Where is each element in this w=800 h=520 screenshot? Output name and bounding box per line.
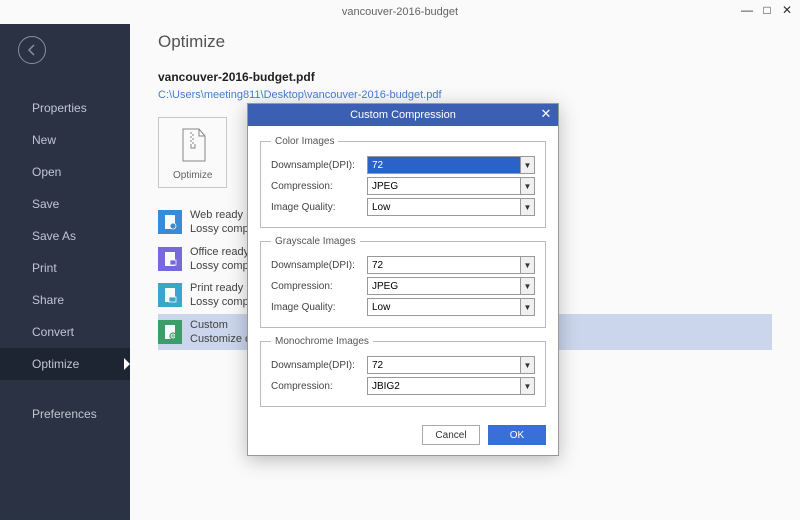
chevron-down-icon: ▼: [520, 199, 534, 215]
mono-legend: Monochrome Images: [271, 336, 373, 347]
dialog-title: Custom Compression: [350, 109, 456, 121]
ok-button[interactable]: OK: [488, 425, 546, 445]
gray-legend: Grayscale Images: [271, 236, 360, 247]
monochrome-images-group: Monochrome Images Downsample(DPI):72▼ Co…: [260, 336, 546, 407]
custom-compression-dialog: Custom Compression ✕ Color Images Downsa…: [247, 103, 559, 456]
chevron-down-icon: ▼: [520, 157, 534, 173]
mono-downsample-select[interactable]: 72▼: [367, 356, 535, 374]
chevron-down-icon: ▼: [520, 357, 534, 373]
chevron-down-icon: ▼: [520, 278, 534, 294]
gray-quality-select[interactable]: Low▼: [367, 298, 535, 316]
color-compression-select[interactable]: JPEG▼: [367, 177, 535, 195]
chevron-down-icon: ▼: [520, 378, 534, 394]
cancel-button[interactable]: Cancel: [422, 425, 480, 445]
color-legend: Color Images: [271, 136, 338, 147]
chevron-down-icon: ▼: [520, 257, 534, 273]
color-images-group: Color Images Downsample(DPI):72▼ Compres…: [260, 136, 546, 228]
gray-downsample-select[interactable]: 72▼: [367, 256, 535, 274]
chevron-down-icon: ▼: [520, 299, 534, 315]
dialog-header[interactable]: Custom Compression ✕: [248, 104, 558, 126]
chevron-down-icon: ▼: [520, 178, 534, 194]
color-quality-select[interactable]: Low▼: [367, 198, 535, 216]
mono-compression-select[interactable]: JBIG2▼: [367, 377, 535, 395]
color-downsample-select[interactable]: 72▼: [367, 156, 535, 174]
dialog-close-icon[interactable]: ✕: [538, 106, 554, 122]
grayscale-images-group: Grayscale Images Downsample(DPI):72▼ Com…: [260, 236, 546, 328]
gray-compression-select[interactable]: JPEG▼: [367, 277, 535, 295]
